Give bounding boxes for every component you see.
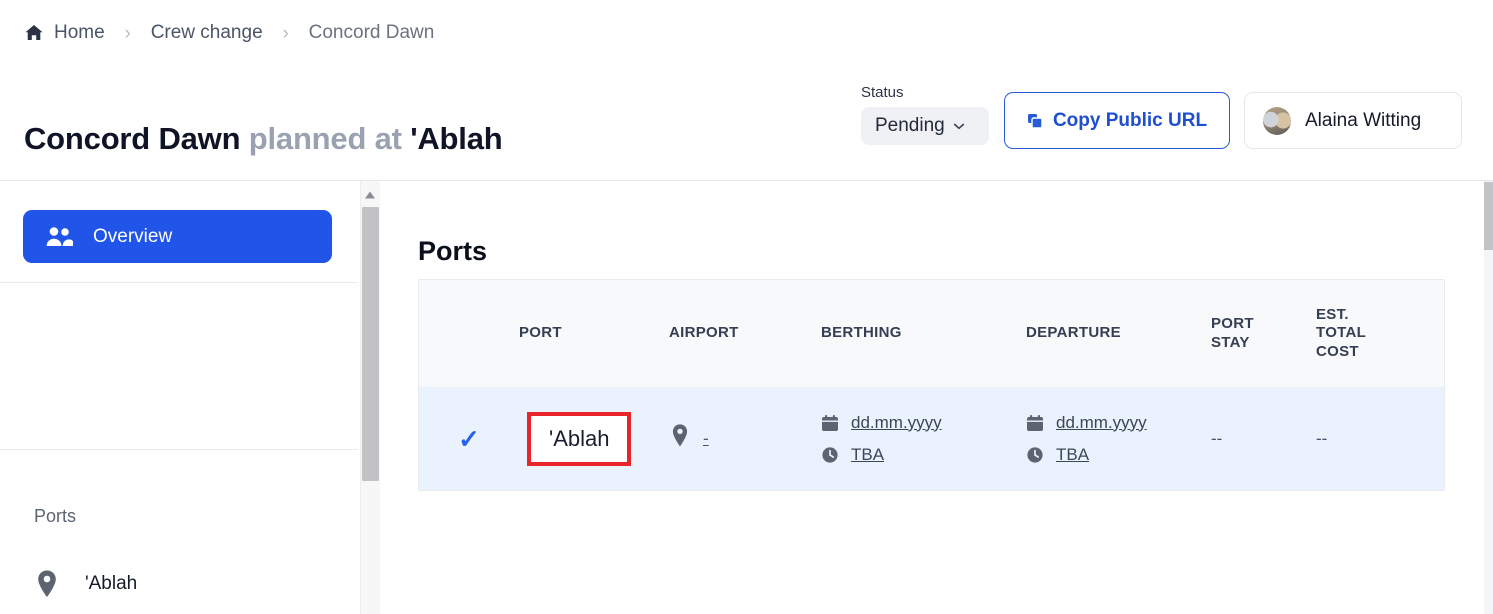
sidebar-item-port-ablah-label: 'Ablah [85, 573, 138, 594]
copy-icon [1027, 113, 1043, 129]
page-title-vessel: Concord Dawn [24, 120, 241, 156]
cell-port-stay: -- [1211, 387, 1316, 490]
calendar-icon [821, 414, 839, 432]
column-header-select [419, 280, 519, 387]
cell-est-total-cost: -- [1316, 387, 1444, 490]
cell-port[interactable]: 'Ablah [519, 387, 669, 490]
cell-berthing: dd.mm.yyyy TBA [821, 387, 1026, 490]
sidebar-item-overview[interactable]: Overview [23, 210, 332, 263]
page-title-connector: planned at [248, 120, 402, 156]
user-name: Alaina Witting [1305, 109, 1422, 131]
column-header-berthing: BERTHING [821, 324, 902, 342]
table-header-row: PORT AIRPORT BERTHING DEPARTURE PORT STA… [419, 280, 1444, 387]
breadcrumb-separator-1: › [124, 22, 131, 44]
page-title-port: 'Ablah [410, 120, 503, 156]
scroll-up-arrow-icon[interactable] [361, 186, 379, 204]
status-dropdown[interactable]: Pending [861, 107, 989, 145]
home-icon [24, 23, 44, 43]
user-menu-button[interactable]: Alaina Witting [1244, 92, 1462, 149]
map-pin-icon [669, 423, 691, 454]
breadcrumb-item-crew-change[interactable]: Crew change [151, 22, 263, 44]
sidebar-item-port-ablah[interactable]: 'Ablah [34, 569, 137, 599]
page-title: Concord Dawn planned at 'Ablah [24, 120, 503, 157]
berthing-date-link[interactable]: dd.mm.yyyy [851, 413, 942, 433]
column-header-port-stay: PORT STAY [1211, 315, 1254, 351]
calendar-icon [1026, 414, 1044, 432]
table-row[interactable]: ✓ 'Ablah - dd.mm.yyyy TBA dd.mm.yyyy TBA… [419, 387, 1444, 490]
est-total-cost-value: -- [1316, 428, 1328, 448]
ports-heading: Ports [418, 236, 488, 267]
main-content: Ports PORT AIRPORT BERTHING DEPARTURE PO… [381, 181, 1493, 614]
sidebar-divider-1 [0, 282, 358, 283]
departure-date-link[interactable]: dd.mm.yyyy [1056, 413, 1147, 433]
breadcrumb-item-home[interactable]: Home [24, 22, 105, 44]
sidebar: Overview Ports 'Ablah On signers Ola [0, 181, 358, 614]
people-icon [45, 225, 73, 249]
check-icon: ✓ [458, 423, 480, 454]
copy-public-url-label: Copy Public URL [1052, 109, 1208, 131]
cell-departure: dd.mm.yyyy TBA [1026, 387, 1211, 490]
column-header-airport: AIRPORT [669, 324, 739, 342]
column-header-port: PORT [519, 324, 562, 342]
ports-table: PORT AIRPORT BERTHING DEPARTURE PORT STA… [418, 279, 1445, 491]
status-value: Pending [875, 115, 945, 136]
breadcrumb-label-home: Home [54, 22, 105, 43]
breadcrumb-separator-2: › [282, 22, 289, 44]
clock-icon [821, 446, 839, 464]
cell-airport[interactable]: - [669, 387, 821, 490]
port-stay-value: -- [1211, 428, 1223, 448]
page-scrollbar-thumb[interactable] [1484, 182, 1493, 250]
avatar [1263, 106, 1291, 135]
clock-icon [1026, 446, 1044, 464]
sidebar-item-overview-label: Overview [93, 225, 173, 247]
map-pin-icon [34, 569, 60, 599]
chevron-down-icon [953, 119, 965, 133]
port-name-highlight[interactable]: 'Ablah [527, 411, 632, 466]
column-header-departure: DEPARTURE [1026, 324, 1121, 342]
status-label: Status [861, 84, 904, 101]
row-select-checkmark[interactable]: ✓ [419, 387, 519, 490]
app-page: Home › Crew change › Concord Dawn Concor… [0, 0, 1493, 614]
breadcrumb: Home › Crew change › Concord Dawn [24, 22, 434, 44]
sidebar-scrollbar-thumb[interactable] [362, 207, 379, 481]
breadcrumb-item-current: Concord Dawn [308, 22, 435, 43]
column-header-est-total-cost: EST. TOTAL COST [1316, 306, 1367, 360]
sidebar-section-ports-label: Ports [34, 506, 77, 526]
berthing-time-link[interactable]: TBA [851, 445, 884, 465]
status-group: Status Pending [861, 84, 989, 145]
copy-public-url-button[interactable]: Copy Public URL [1004, 92, 1230, 149]
airport-value-link[interactable]: - [703, 430, 709, 447]
sidebar-divider-2 [0, 449, 358, 450]
departure-time-link[interactable]: TBA [1056, 445, 1089, 465]
